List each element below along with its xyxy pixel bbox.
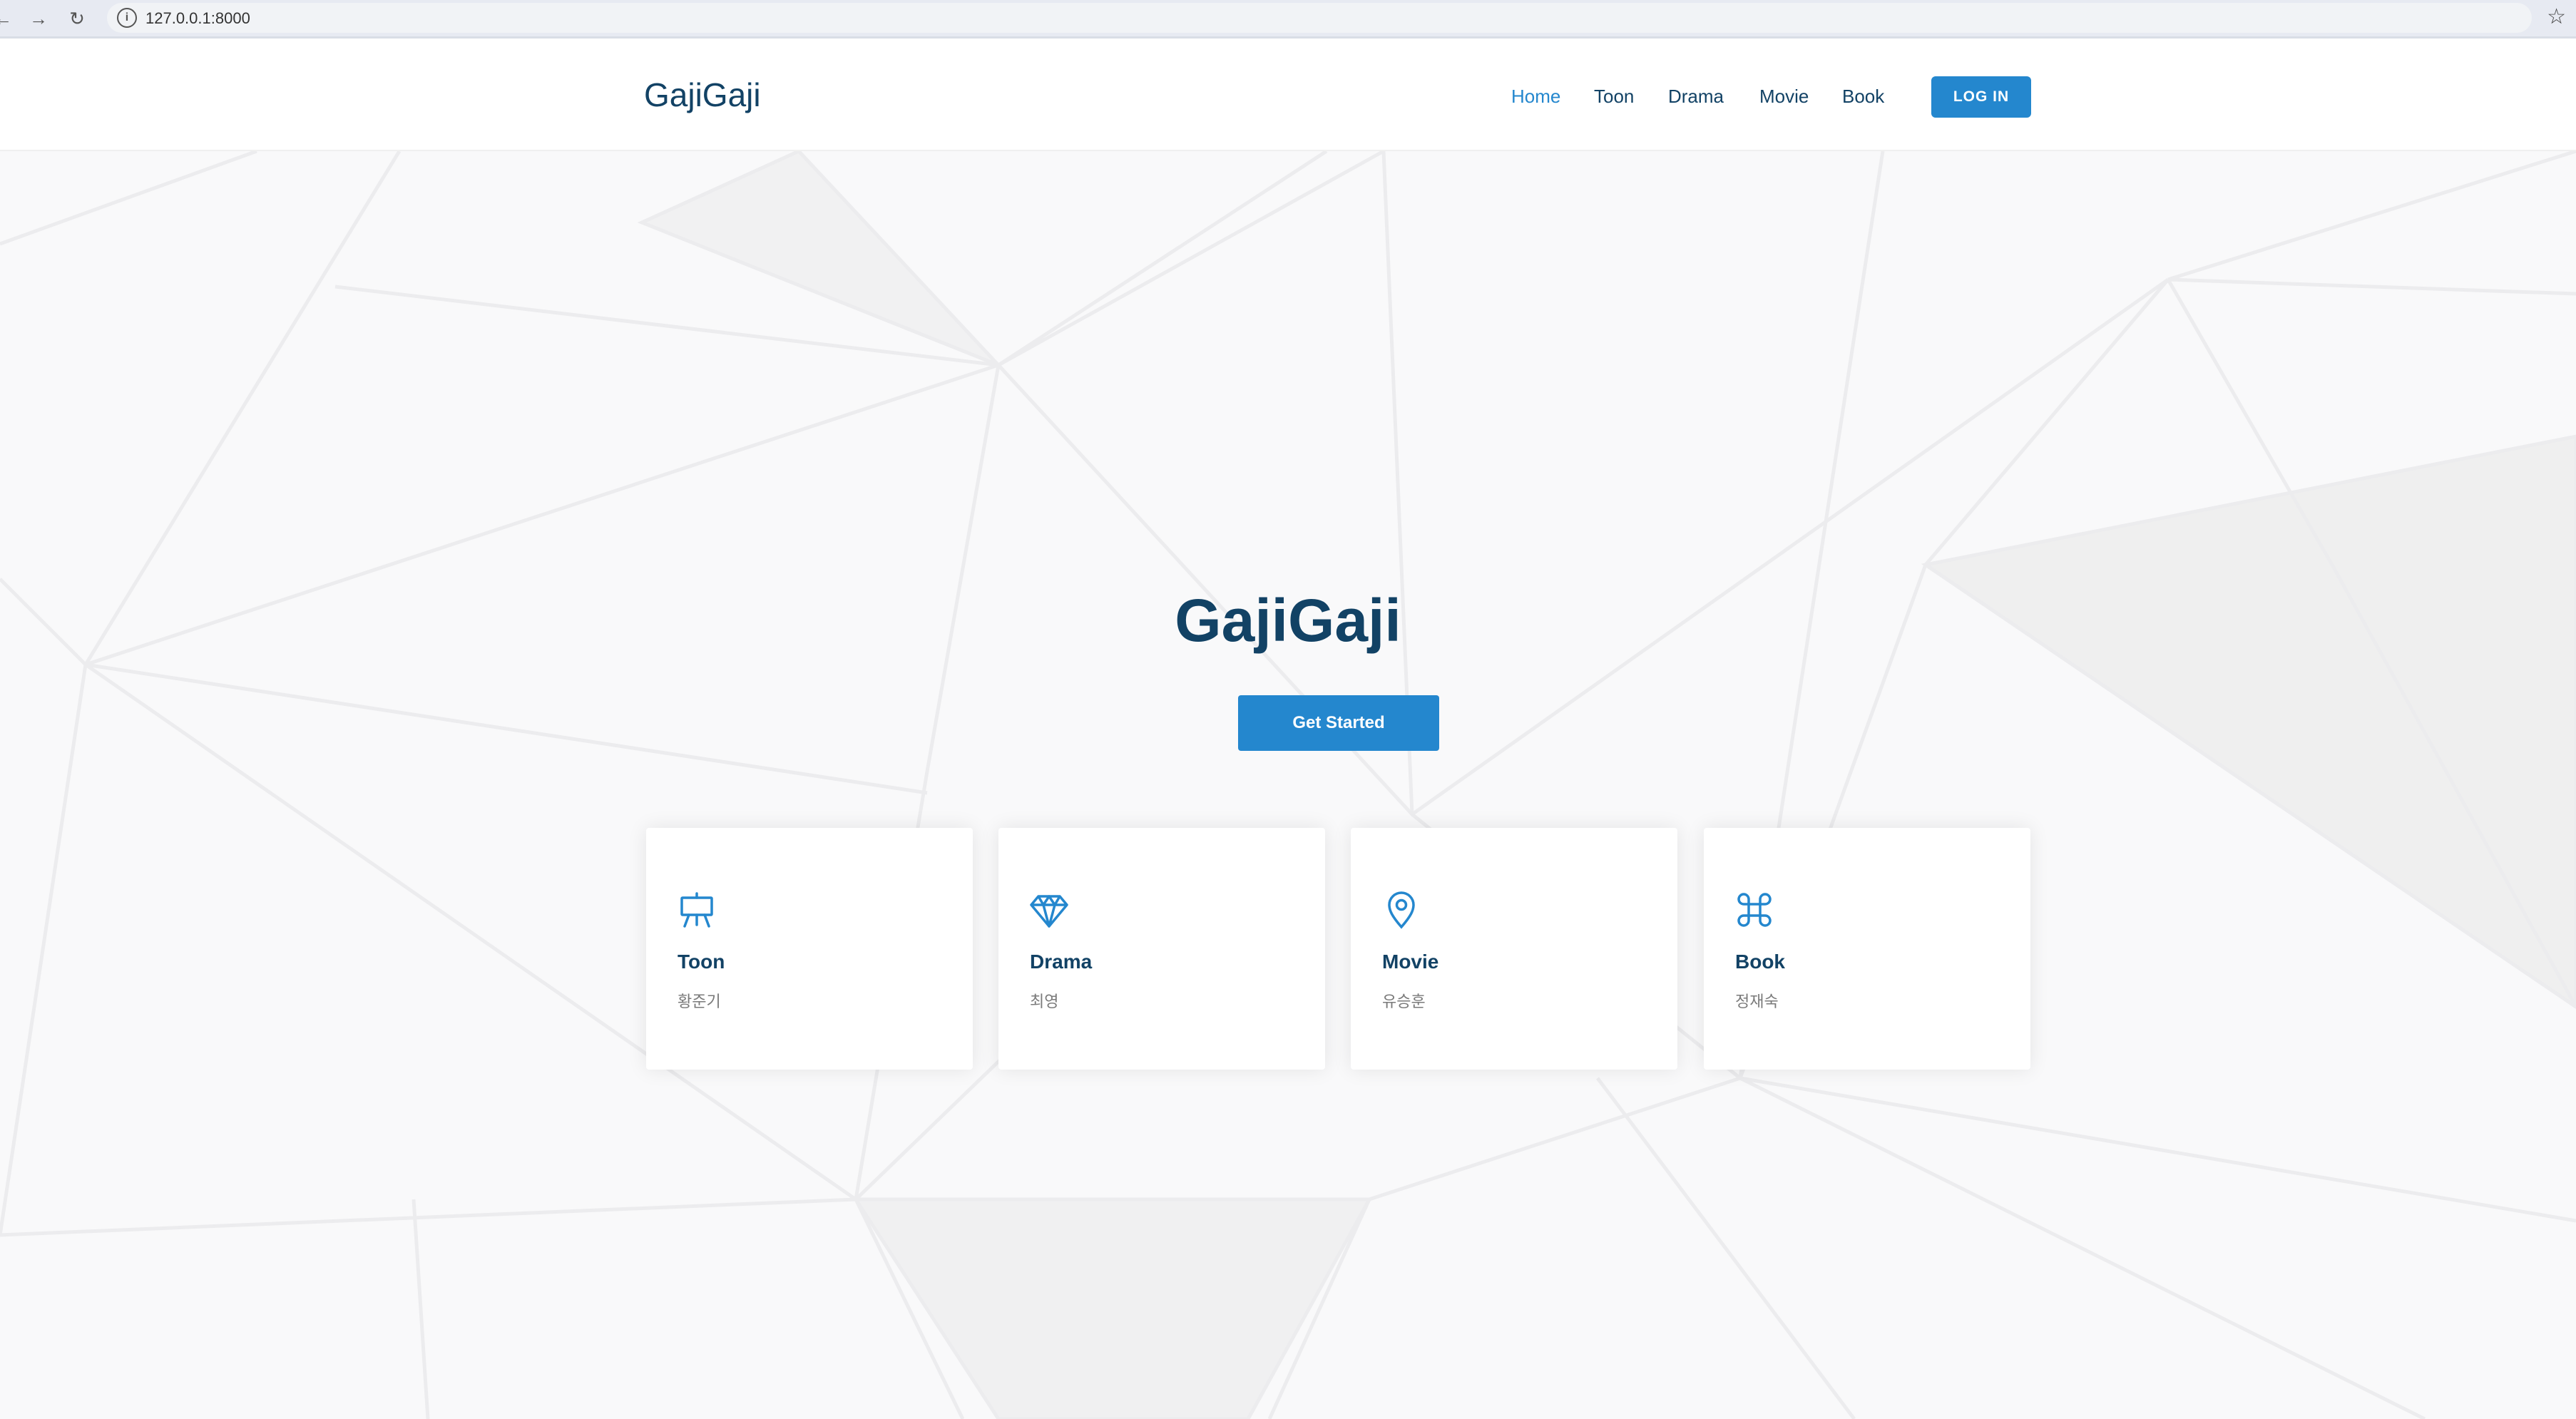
nav-drama[interactable]: Drama xyxy=(1668,86,1724,108)
card-title: Drama xyxy=(1030,951,1093,973)
nav-toon[interactable]: Toon xyxy=(1594,86,1634,108)
card-movie[interactable]: Movie 유승훈 xyxy=(1351,828,1677,1070)
nav-movie[interactable]: Movie xyxy=(1759,86,1809,108)
easel-icon xyxy=(680,892,713,928)
forward-icon[interactable]: → xyxy=(26,6,51,31)
card-book[interactable]: Book 정재숙 xyxy=(1704,828,2030,1070)
map-pin-icon xyxy=(1388,891,1415,929)
back-icon[interactable]: ← xyxy=(0,6,16,31)
site-logo[interactable]: GajiGaji xyxy=(644,76,761,114)
site-header: GajiGaji Home Toon Drama Movie Book LOG … xyxy=(0,39,2576,151)
get-started-button[interactable]: Get Started xyxy=(1238,695,1439,751)
hero-title: GajiGaji xyxy=(1175,587,1401,654)
nav-home[interactable]: Home xyxy=(1511,86,1560,108)
card-subtitle: 황준기 xyxy=(678,993,721,1011)
url-text[interactable]: 127.0.0.1:8000 xyxy=(145,9,250,28)
card-subtitle: 정재숙 xyxy=(1735,993,1779,1011)
hero-background xyxy=(0,151,2576,1419)
reload-icon[interactable]: ↻ xyxy=(64,6,90,31)
card-subtitle: 유승훈 xyxy=(1382,993,1426,1011)
card-toon[interactable]: Toon 황준기 xyxy=(646,828,973,1070)
info-icon[interactable]: i xyxy=(117,8,137,28)
star-icon[interactable]: ☆ xyxy=(2547,4,2566,29)
hero-section: GajiGaji Get Started Toon 황준기 Drama 최영 M… xyxy=(0,151,2576,1419)
diamond-icon xyxy=(1030,895,1068,928)
nav-book[interactable]: Book xyxy=(1842,86,1884,108)
card-drama[interactable]: Drama 최영 xyxy=(998,828,1325,1070)
card-title: Book xyxy=(1735,951,1785,973)
browser-toolbar: ← → ↻ i 127.0.0.1:8000 ☆ xyxy=(0,0,2576,39)
card-title: Toon xyxy=(678,951,725,973)
login-button[interactable]: LOG IN xyxy=(1931,76,2031,118)
card-subtitle: 최영 xyxy=(1030,993,1059,1011)
address-bar[interactable]: i 127.0.0.1:8000 xyxy=(107,3,2532,33)
card-title: Movie xyxy=(1382,951,1439,973)
command-icon xyxy=(1737,893,1772,927)
